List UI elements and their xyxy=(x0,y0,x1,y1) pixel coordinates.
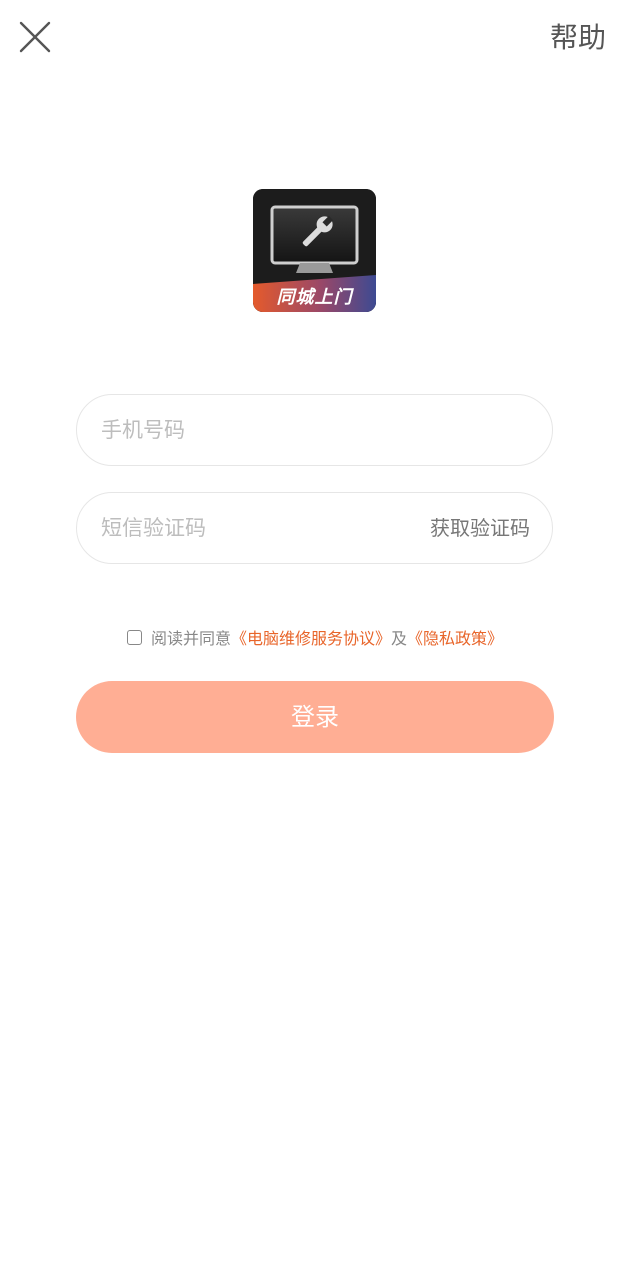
sms-code-input[interactable] xyxy=(101,493,401,563)
login-button[interactable]: 登录 xyxy=(76,681,554,753)
close-icon xyxy=(19,21,51,53)
agreement-prefix: 阅读并同意 xyxy=(150,629,231,648)
agreement-row: 阅读并同意 《电脑维修服务协议》 及 《隐私政策》 xyxy=(0,624,630,650)
phone-field[interactable] xyxy=(76,394,553,466)
get-code-button[interactable]: 获取验证码 xyxy=(430,493,530,563)
sms-code-field[interactable]: 获取验证码 xyxy=(76,492,553,564)
help-link[interactable]: 帮助 xyxy=(550,18,606,58)
service-agreement-link[interactable]: 《电脑维修服务协议》 xyxy=(231,625,391,649)
app-logo: 同城上门 xyxy=(253,189,376,312)
phone-input[interactable] xyxy=(101,395,521,465)
agreement-connector: 及 xyxy=(391,629,408,648)
privacy-policy-link[interactable]: 《隐私政策》 xyxy=(407,625,503,649)
agreement-checkbox[interactable] xyxy=(126,629,142,645)
close-button[interactable] xyxy=(16,18,54,56)
logo-text: 同城上门 xyxy=(276,287,353,308)
